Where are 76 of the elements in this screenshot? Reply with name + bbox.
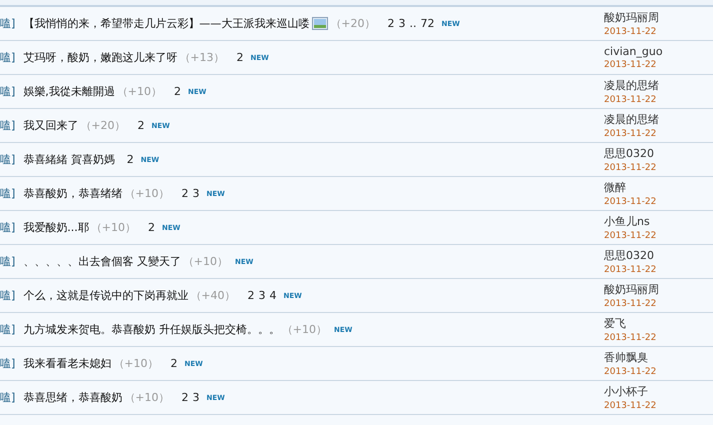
reply-count: （+10） bbox=[116, 84, 162, 99]
page-link[interactable]: 2 bbox=[182, 391, 189, 404]
post-date: 2013-11-22 bbox=[604, 27, 658, 37]
reply-count: （+10） bbox=[124, 186, 170, 201]
page-link[interactable]: 2 bbox=[174, 85, 182, 98]
thread-title-link[interactable]: 个么，这就是传说中的下岗再就业 bbox=[23, 288, 188, 303]
category-link[interactable]: 嗑] bbox=[0, 288, 16, 303]
author-link[interactable]: 爱飞 bbox=[604, 316, 713, 331]
author-link[interactable]: 小小杯子 bbox=[604, 384, 713, 399]
thread-title-link[interactable]: 我又回来了 bbox=[23, 118, 78, 133]
page-link[interactable]: 2 bbox=[236, 51, 244, 64]
post-date: 2013-11-22 bbox=[604, 231, 658, 241]
author-link[interactable]: 酸奶玛丽周 bbox=[604, 282, 713, 297]
category-link[interactable]: 嗑] bbox=[0, 50, 16, 65]
page-link[interactable]: 2 bbox=[126, 153, 134, 166]
page-link[interactable]: 2 bbox=[148, 221, 156, 234]
category-link[interactable]: 嗑] bbox=[0, 152, 16, 167]
post-date: 2013-11-22 bbox=[604, 163, 658, 173]
reply-count: （+20） bbox=[80, 118, 126, 133]
reply-count: （+10） bbox=[282, 322, 328, 337]
page-link[interactable]: 2 bbox=[248, 289, 255, 302]
category-link[interactable]: 嗑] bbox=[0, 356, 16, 371]
thread-title-link[interactable]: 艾玛呀，酸奶，嫩跑这儿来了呀 bbox=[23, 50, 178, 65]
thread-title-link[interactable]: 、、、、、出去會個客 又變天了 bbox=[23, 254, 181, 269]
page-link[interactable]: 2 bbox=[170, 357, 178, 370]
author-link[interactable]: 小鱼儿ns bbox=[604, 214, 713, 229]
author-link[interactable]: 凌晨的思绪 bbox=[604, 78, 713, 93]
category-link[interactable]: 嗑] bbox=[0, 390, 16, 405]
reply-count: （+13） bbox=[179, 50, 225, 65]
reply-count: （+40） bbox=[190, 288, 236, 303]
thread-title-link[interactable]: 恭喜緒緒 賀喜奶媽 bbox=[23, 152, 115, 167]
page-link[interactable]: 3 bbox=[398, 17, 406, 30]
author-link[interactable]: 酸奶玛丽周 bbox=[604, 10, 713, 25]
thread-title-link[interactable]: 我爱酸奶...耶 bbox=[23, 220, 89, 235]
category-link[interactable]: 嗑] bbox=[0, 16, 16, 31]
reply-count: （+20） bbox=[330, 16, 376, 31]
reply-count: （+10） bbox=[124, 390, 170, 405]
post-date: 2013-11-22 bbox=[604, 95, 658, 105]
reply-count: （+10） bbox=[113, 356, 159, 371]
post-date: 2013-11-22 bbox=[604, 60, 658, 70]
author-link[interactable]: 凌晨的思绪 bbox=[604, 112, 713, 127]
page-link[interactable]: 2 bbox=[388, 17, 395, 30]
thread-title-link[interactable]: 恭喜酸奶，恭喜绪绪 bbox=[23, 186, 122, 201]
author-link[interactable]: 香帅飘臭 bbox=[604, 350, 713, 365]
category-link[interactable]: 嗑] bbox=[0, 118, 16, 133]
post-date: 2013-11-22 bbox=[604, 265, 658, 275]
page-link[interactable]: .. bbox=[410, 17, 417, 30]
post-date: 2013-11-22 bbox=[604, 299, 658, 309]
page-link[interactable]: 3 bbox=[192, 391, 200, 404]
author-link[interactable]: 思思0320 bbox=[604, 146, 713, 161]
page-link[interactable]: 2 bbox=[182, 187, 189, 200]
category-link[interactable]: 嗑] bbox=[0, 84, 16, 99]
page-link[interactable]: 4 bbox=[270, 289, 277, 302]
thread-title-link[interactable]: 九方城发来贺电。恭喜酸奶 升任娱版头把交椅。。。 bbox=[23, 322, 280, 337]
thread-title-link[interactable]: 【我悄悄的来，希望带走几片云彩】——大王派我来巡山喽 bbox=[23, 16, 310, 31]
thread-title-link[interactable]: 娛樂,我從未離開過 bbox=[23, 84, 115, 99]
page-link[interactable]: 2 bbox=[138, 119, 145, 132]
post-date: 2013-11-22 bbox=[604, 401, 658, 411]
page-link[interactable]: 3 bbox=[258, 289, 266, 302]
page-link[interactable]: 72 bbox=[420, 17, 435, 30]
thread-title-link[interactable]: 恭喜思绪，恭喜酸奶 bbox=[23, 390, 122, 405]
author-link[interactable]: 微醉 bbox=[604, 180, 713, 195]
category-link[interactable]: 嗑] bbox=[0, 322, 16, 337]
reply-count: （+10） bbox=[182, 254, 228, 269]
post-date: 2013-11-22 bbox=[604, 197, 658, 207]
category-link[interactable]: 嗑] bbox=[0, 186, 16, 201]
page-link[interactable]: 3 bbox=[192, 187, 200, 200]
post-date: 2013-11-22 bbox=[604, 129, 658, 139]
category-link[interactable]: 嗑] bbox=[0, 220, 16, 235]
post-date: 2013-11-22 bbox=[604, 367, 658, 377]
post-date: 2013-11-22 bbox=[604, 333, 658, 343]
author-link[interactable]: civian_guo bbox=[604, 45, 713, 58]
author-link[interactable]: 思思0320 bbox=[604, 248, 713, 263]
category-link[interactable]: 嗑] bbox=[0, 254, 16, 269]
thread-title-link[interactable]: 我来看看老未媳妇 bbox=[23, 356, 112, 371]
reply-count: （+10） bbox=[90, 220, 136, 235]
